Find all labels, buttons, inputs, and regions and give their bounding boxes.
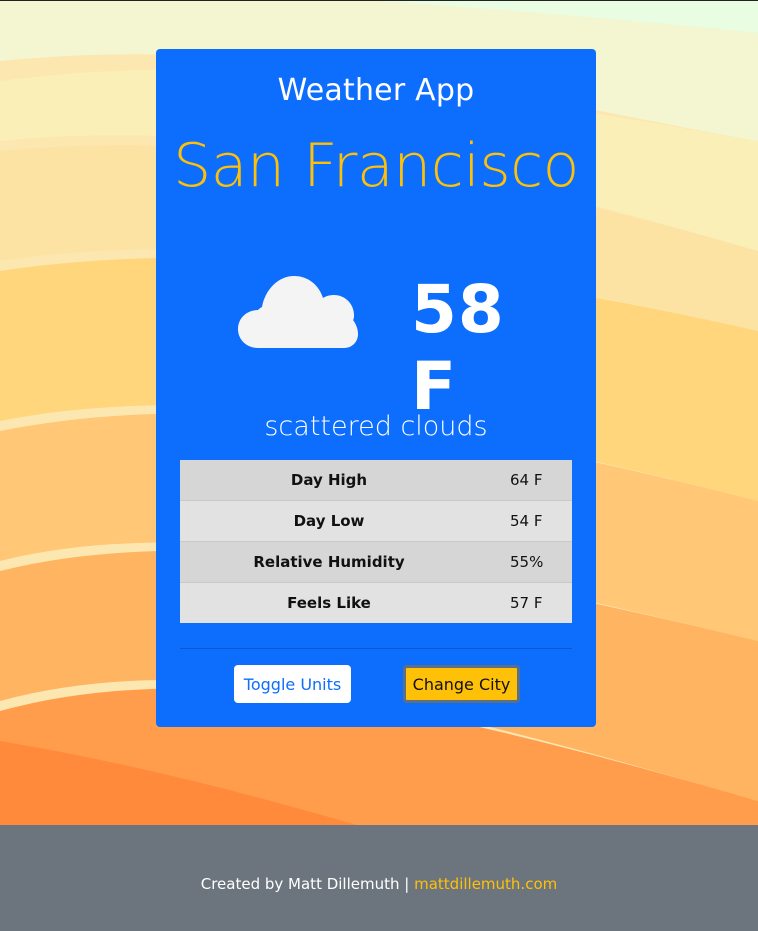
- weather-details-table: Day High 64 F Day Low 54 F Relative Humi…: [180, 460, 572, 623]
- footer-text-container: Created by Matt Dillemuth | mattdillemut…: [0, 875, 758, 893]
- detail-label: Relative Humidity: [180, 541, 478, 583]
- table-row: Relative Humidity 55%: [180, 541, 572, 583]
- divider: [180, 648, 572, 649]
- table-row: Feels Like 57 F: [180, 582, 572, 623]
- weather-card: Weather App San Francisco 58 F scattered…: [156, 49, 596, 727]
- table-row: Day High 64 F: [180, 460, 572, 501]
- detail-value: 64 F: [478, 460, 572, 501]
- footer: Created by Matt Dillemuth | mattdillemut…: [0, 825, 758, 931]
- table-row: Day Low 54 F: [180, 500, 572, 542]
- detail-value: 55%: [478, 541, 572, 583]
- app-title: Weather App: [277, 73, 475, 108]
- temperature: 58 F: [411, 271, 505, 425]
- website-link[interactable]: mattdillemuth.com: [414, 875, 557, 893]
- detail-label: Day High: [180, 460, 478, 501]
- weather-description: scattered clouds: [264, 411, 488, 442]
- change-city-button[interactable]: Change City: [403, 665, 520, 703]
- city-name: San Francisco: [173, 131, 579, 201]
- toggle-units-button[interactable]: Toggle Units: [234, 665, 351, 703]
- detail-value: 57 F: [478, 582, 572, 623]
- detail-value: 54 F: [478, 500, 572, 542]
- detail-label: Day Low: [180, 500, 478, 542]
- cloud-icon: [238, 276, 358, 348]
- footer-credit: Created by Matt Dillemuth |: [200, 875, 410, 893]
- detail-label: Feels Like: [180, 582, 478, 623]
